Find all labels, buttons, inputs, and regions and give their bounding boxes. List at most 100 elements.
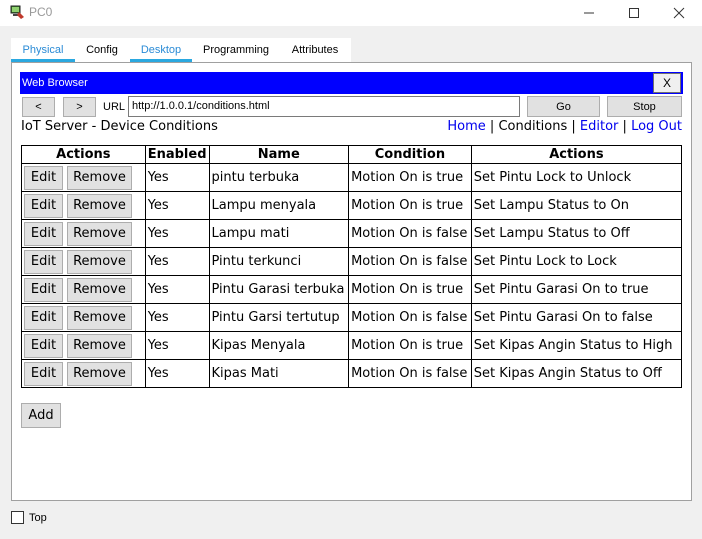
table-row: Edit Remove Yes Kipas Mati Motion On is fals… <box>21 359 683 388</box>
table-row: Edit Remove Yes Pintu terkunci Motion On is … <box>21 247 683 276</box>
table-header-row: Actions Enabled Name Condition Actions <box>21 145 683 164</box>
forward-button[interactable]: > <box>63 97 96 117</box>
tab-attributes[interactable]: Attributes <box>281 38 349 62</box>
col-header-enabled: Enabled <box>144 145 210 164</box>
row-actions-cell: Edit Remove <box>21 163 146 192</box>
remove-button[interactable]: Remove <box>67 193 132 218</box>
action-cell: Set Pintu Lock to Unlock <box>470 163 683 192</box>
row-actions-cell: Edit Remove <box>21 303 146 332</box>
condition-cell: Motion On is true <box>348 331 472 360</box>
nav-separator: | <box>571 119 576 134</box>
col-header-actions-set: Actions <box>470 145 683 164</box>
action-cell: Set Lampu Status to On <box>470 191 683 220</box>
minimize-button[interactable] <box>566 0 612 26</box>
top-checkbox-label: Top <box>29 512 47 524</box>
logout-link[interactable]: Log Out <box>631 119 682 134</box>
row-actions-cell: Edit Remove <box>21 275 146 304</box>
remove-button[interactable]: Remove <box>67 249 132 274</box>
col-header-name: Name <box>208 145 350 164</box>
add-condition-button[interactable]: Add <box>21 403 61 428</box>
go-button[interactable]: Go <box>527 96 600 117</box>
enabled-cell: Yes <box>144 219 210 248</box>
condition-cell: Motion On is false <box>348 359 472 388</box>
edit-button[interactable]: Edit <box>24 361 63 386</box>
enabled-cell: Yes <box>144 247 210 276</box>
col-header-condition: Condition <box>348 145 472 164</box>
action-cell: Set Kipas Angin Status to Off <box>470 359 683 388</box>
close-window-button[interactable] <box>656 0 702 26</box>
edit-button[interactable]: Edit <box>24 221 63 246</box>
table-row: Edit Remove Yes Pintu Garasi terbuka Motion … <box>21 275 683 304</box>
window-titlebar: PC0 <box>0 0 702 26</box>
action-cell: Set Pintu Garasi On to false <box>470 303 683 332</box>
window-title: PC0 <box>29 5 53 19</box>
enabled-cell: Yes <box>144 163 210 192</box>
enabled-cell: Yes <box>144 331 210 360</box>
edit-button[interactable]: Edit <box>24 193 63 218</box>
remove-button[interactable]: Remove <box>67 305 132 330</box>
remove-button[interactable]: Remove <box>67 221 132 246</box>
action-cell: Set Kipas Angin Status to High <box>470 331 683 360</box>
device-tabs: Physical Config Desktop Programming Attr… <box>11 38 351 62</box>
conditions-link: Conditions <box>498 119 568 134</box>
editor-link[interactable]: Editor <box>580 119 618 134</box>
web-browser-title: Web Browser <box>22 77 88 89</box>
tab-physical[interactable]: Physical <box>11 38 75 62</box>
name-cell: Pintu terkunci <box>208 247 350 276</box>
table-row: Edit Remove Yes Pintu Garsi tertutup Motion … <box>21 303 683 332</box>
row-actions-cell: Edit Remove <box>21 331 146 360</box>
edit-button[interactable]: Edit <box>24 305 63 330</box>
edit-button[interactable]: Edit <box>24 277 63 302</box>
top-checkbox[interactable] <box>11 511 24 524</box>
col-header-actions: Actions <box>21 145 146 164</box>
remove-button[interactable]: Remove <box>67 333 132 358</box>
condition-cell: Motion On is false <box>348 219 472 248</box>
name-cell: Pintu Garasi terbuka <box>208 275 350 304</box>
condition-cell: Motion On is false <box>348 303 472 332</box>
conditions-table: Actions Enabled Name Condition Actions E… <box>21 145 683 388</box>
enabled-cell: Yes <box>144 359 210 388</box>
name-cell: Pintu Garsi tertutup <box>208 303 350 332</box>
table-row: Edit Remove Yes Lampu menyala Motion On is t… <box>21 191 683 220</box>
tab-programming[interactable]: Programming <box>197 38 275 62</box>
name-cell: Lampu mati <box>208 219 350 248</box>
action-cell: Set Lampu Status to Off <box>470 219 683 248</box>
conditions-table-body: Edit Remove Yes pintu terbuka Motion On is t… <box>21 163 683 388</box>
action-cell: Set Pintu Garasi On to true <box>470 275 683 304</box>
url-input[interactable]: http://1.0.0.1/conditions.html <box>128 96 520 117</box>
name-cell: Lampu menyala <box>208 191 350 220</box>
condition-cell: Motion On is false <box>348 247 472 276</box>
remove-button[interactable]: Remove <box>67 277 132 302</box>
edit-button[interactable]: Edit <box>24 165 63 190</box>
enabled-cell: Yes <box>144 303 210 332</box>
nav-separator: | <box>489 119 495 134</box>
enabled-cell: Yes <box>144 275 210 304</box>
minimize-icon <box>584 12 594 14</box>
close-icon <box>673 7 685 19</box>
tab-config[interactable]: Config <box>77 38 127 62</box>
maximize-button[interactable] <box>611 0 657 26</box>
remove-button[interactable]: Remove <box>67 165 132 190</box>
url-label: URL <box>103 101 126 113</box>
back-button[interactable]: < <box>22 97 55 117</box>
condition-cell: Motion On is true <box>348 163 472 192</box>
edit-button[interactable]: Edit <box>24 249 63 274</box>
name-cell: Kipas Mati <box>208 359 350 388</box>
table-row: Edit Remove Yes pintu terbuka Motion On is t… <box>21 163 683 192</box>
home-link[interactable]: Home <box>447 119 485 134</box>
nav-separator: | <box>622 119 627 134</box>
row-actions-cell: Edit Remove <box>21 359 146 388</box>
maximize-icon <box>629 8 639 18</box>
nav-links: Home | Conditions | Editor | Log Out <box>447 119 682 134</box>
row-actions-cell: Edit Remove <box>21 191 146 220</box>
tab-desktop[interactable]: Desktop <box>130 38 192 62</box>
action-cell: Set Pintu Lock to Lock <box>470 247 683 276</box>
row-actions-cell: Edit Remove <box>21 219 146 248</box>
browser-close-button[interactable]: X <box>653 73 681 93</box>
name-cell: pintu terbuka <box>208 163 350 192</box>
table-row: Edit Remove Yes Kipas Menyala Motion On is t… <box>21 331 683 360</box>
remove-button[interactable]: Remove <box>67 361 132 386</box>
edit-button[interactable]: Edit <box>24 333 63 358</box>
stop-button[interactable]: Stop <box>607 96 682 117</box>
page-title: IoT Server - Device Conditions <box>21 119 218 134</box>
